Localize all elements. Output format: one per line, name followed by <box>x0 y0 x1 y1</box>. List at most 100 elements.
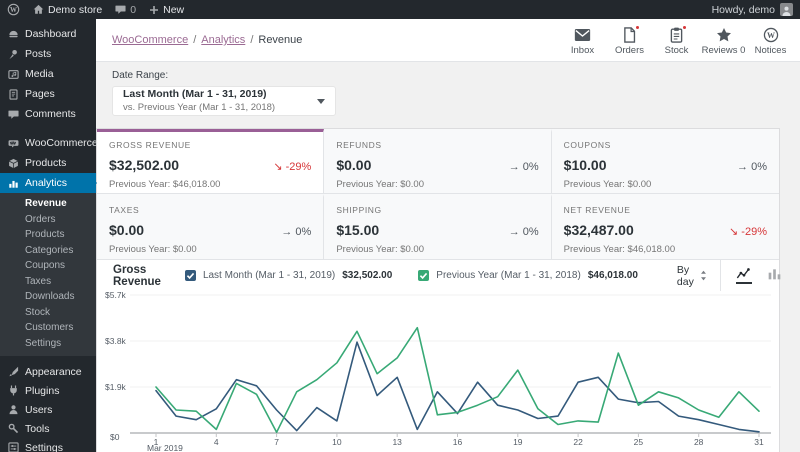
submenu-item-stock[interactable]: Stock <box>0 305 96 321</box>
submenu-item-coupons[interactable]: Coupons <box>0 258 96 274</box>
comment-count: 0 <box>130 3 137 16</box>
tile-label: REFUNDS <box>336 140 382 150</box>
revenue-report-card: GROSS REVENUE $32,502.00 ↘ -29% Previous Ye… <box>96 128 782 452</box>
stock-icon <box>670 25 687 43</box>
svg-text:31: 31 <box>754 437 764 447</box>
bar-chart-toggle-icon <box>767 267 782 280</box>
submenu-item-categories[interactable]: Categories <box>0 243 96 259</box>
sidebar-item-label: Pages <box>25 88 55 100</box>
sidebar-separator <box>0 124 96 133</box>
trend-percent: -29% <box>285 161 312 173</box>
sidebar-item-woocommerce[interactable]: WooCommerce <box>0 133 98 153</box>
bar-chart-icon <box>8 178 19 189</box>
wordpress-logo-icon: W <box>7 3 20 16</box>
tile-trend: ↘ -29% <box>729 225 767 238</box>
sidebar-item-users[interactable]: Users <box>0 400 96 419</box>
chart-header: Gross Revenue Last Month (Mar 1 - 31, 20… <box>97 259 782 291</box>
bar-chart-toggle[interactable] <box>767 267 782 284</box>
tile-value: $15.00 <box>336 222 380 238</box>
summary-tile-shipping[interactable]: SHIPPING $15.00 → 0% Previous Year: $0.00 <box>324 194 552 259</box>
sidebar-item-posts[interactable]: Posts <box>0 44 96 64</box>
sidebar-item-appearance[interactable]: Appearance <box>0 362 96 381</box>
chevron-down-icon <box>317 98 325 104</box>
line-chart-toggle[interactable] <box>735 267 752 284</box>
submenu-item-downloads[interactable]: Downloads <box>0 289 96 305</box>
sidebar-menu: Dashboard Posts Media Pages Comments WooComme… <box>0 19 98 193</box>
trend-percent: 0% <box>522 226 539 238</box>
tile-value-row: $0.00 → 0% <box>109 222 311 238</box>
sidebar-item-label: Plugins <box>25 384 60 397</box>
summary-tile-net-revenue[interactable]: NET REVENUE $32,487.00 ↘ -29% Previous Year… <box>551 194 779 259</box>
wordpress-menu[interactable]: W <box>7 3 20 16</box>
svg-text:19: 19 <box>513 437 523 447</box>
site-name-menu[interactable]: Demo store <box>33 4 102 16</box>
submenu-item-taxes[interactable]: Taxes <box>0 274 96 290</box>
analytics-submenu: Revenue Orders Products Categories Coupons Ta… <box>0 193 96 356</box>
sidebar-item-analytics[interactable]: Analytics <box>0 173 97 193</box>
activity-item-inbox[interactable]: Inbox <box>559 24 606 56</box>
admin-bar-comments[interactable]: 0 <box>115 4 136 16</box>
trend-flat-arrow-icon: → <box>737 161 749 173</box>
tile-value-row: $32,502.00 ↘ -29% <box>109 157 311 173</box>
activity-item-orders[interactable]: Orders <box>606 24 653 56</box>
activity-item-reviews[interactable]: Reviews 0 <box>700 24 747 56</box>
trend-down-arrow-icon: ↘ <box>273 161 283 173</box>
tile-value-row: $0.00 → 0% <box>336 157 538 173</box>
legend-label: Previous Year (Mar 1 - 31, 2018) <box>436 270 581 281</box>
woocommerce-icon <box>8 138 19 149</box>
submenu-item-revenue[interactable]: Revenue <box>0 196 96 212</box>
content-area: WooCommerce / Analytics / Revenue Inbox O… <box>96 19 800 452</box>
submenu-item-customers[interactable]: Customers <box>0 320 96 336</box>
reviews-star-icon <box>716 27 732 42</box>
tile-previous-value: Previous Year: $0.00 <box>109 244 197 255</box>
summary-tile-gross-revenue[interactable]: GROSS REVENUE $32,502.00 ↘ -29% Previous Ye… <box>97 129 325 194</box>
activity-item-notices[interactable]: W Notices <box>747 24 794 56</box>
activity-panel: Inbox Orders Stock Reviews 0 W Notices <box>559 24 794 56</box>
legend-value: $32,502.00 <box>342 270 393 281</box>
sidebar-item-comments[interactable]: Comments <box>0 104 96 124</box>
legend-checkbox[interactable] <box>184 270 196 281</box>
svg-text:$3.8k: $3.8k <box>105 336 127 346</box>
sidebar-item-settings[interactable]: Settings <box>0 438 96 452</box>
breadcrumb-link-analytics[interactable]: Analytics <box>201 34 245 46</box>
notification-badge <box>635 25 640 30</box>
tile-label: COUPONS <box>563 140 611 150</box>
notices-icon: W <box>763 27 779 42</box>
trend-flat-arrow-icon: → <box>281 226 293 238</box>
howdy-text[interactable]: Howdy, demo <box>712 4 775 16</box>
home-icon <box>33 4 44 15</box>
summary-tile-coupons[interactable]: COUPONS $10.00 → 0% Previous Year: $0.00 <box>551 129 779 194</box>
activity-item-stock[interactable]: Stock <box>653 24 700 56</box>
submenu-item-products[interactable]: Products <box>0 227 96 243</box>
breadcrumb-link-woocommerce[interactable]: WooCommerce <box>112 34 188 46</box>
tile-trend: → 0% <box>737 161 767 173</box>
activity-item-label: Inbox <box>570 45 595 56</box>
summary-tile-refunds[interactable]: REFUNDS $0.00 → 0% Previous Year: $0.00 <box>324 129 552 194</box>
tile-previous-value: Previous Year: $0.00 <box>336 179 425 190</box>
tile-trend: → 0% <box>509 226 539 238</box>
submenu-item-settings[interactable]: Settings <box>0 336 96 352</box>
revenue-line-chart[interactable]: $5.7k$3.8k$1.9k$0 1 4 7 10 13 16 19 22 25 28 31Mar … <box>97 291 779 452</box>
svg-text:13: 13 <box>392 437 402 447</box>
sidebar-item-tools[interactable]: Tools <box>0 419 96 438</box>
svg-text:7: 7 <box>274 437 279 447</box>
svg-text:Mar 2019: Mar 2019 <box>147 443 183 452</box>
sidebar-item-media[interactable]: Media <box>0 64 96 84</box>
sidebar-item-label: Dashboard <box>25 28 77 40</box>
sidebar-item-plugins[interactable]: Plugins <box>0 381 96 400</box>
sidebar-item-label: Media <box>25 68 54 80</box>
sidebar-item-label: Tools <box>25 422 50 435</box>
summary-tile-taxes[interactable]: TAXES $0.00 → 0% Previous Year: $0.00 <box>97 194 325 259</box>
svg-text:28: 28 <box>694 437 704 447</box>
new-menu[interactable]: New <box>149 4 184 16</box>
legend-checkbox[interactable] <box>418 270 430 281</box>
sidebar-item-products[interactable]: Products <box>0 153 96 173</box>
sidebar-item-pages[interactable]: Pages <box>0 84 96 104</box>
sidebar-item-label: Comments <box>25 108 76 120</box>
submenu-item-orders[interactable]: Orders <box>0 212 96 228</box>
interval-select[interactable]: By day <box>664 264 720 288</box>
user-avatar[interactable] <box>780 3 793 16</box>
sidebar-item-dashboard[interactable]: Dashboard <box>0 24 96 44</box>
date-range-dropdown[interactable]: Last Month (Mar 1 - 31, 2019) vs. Previo… <box>112 86 336 116</box>
pages-icon <box>8 88 19 100</box>
